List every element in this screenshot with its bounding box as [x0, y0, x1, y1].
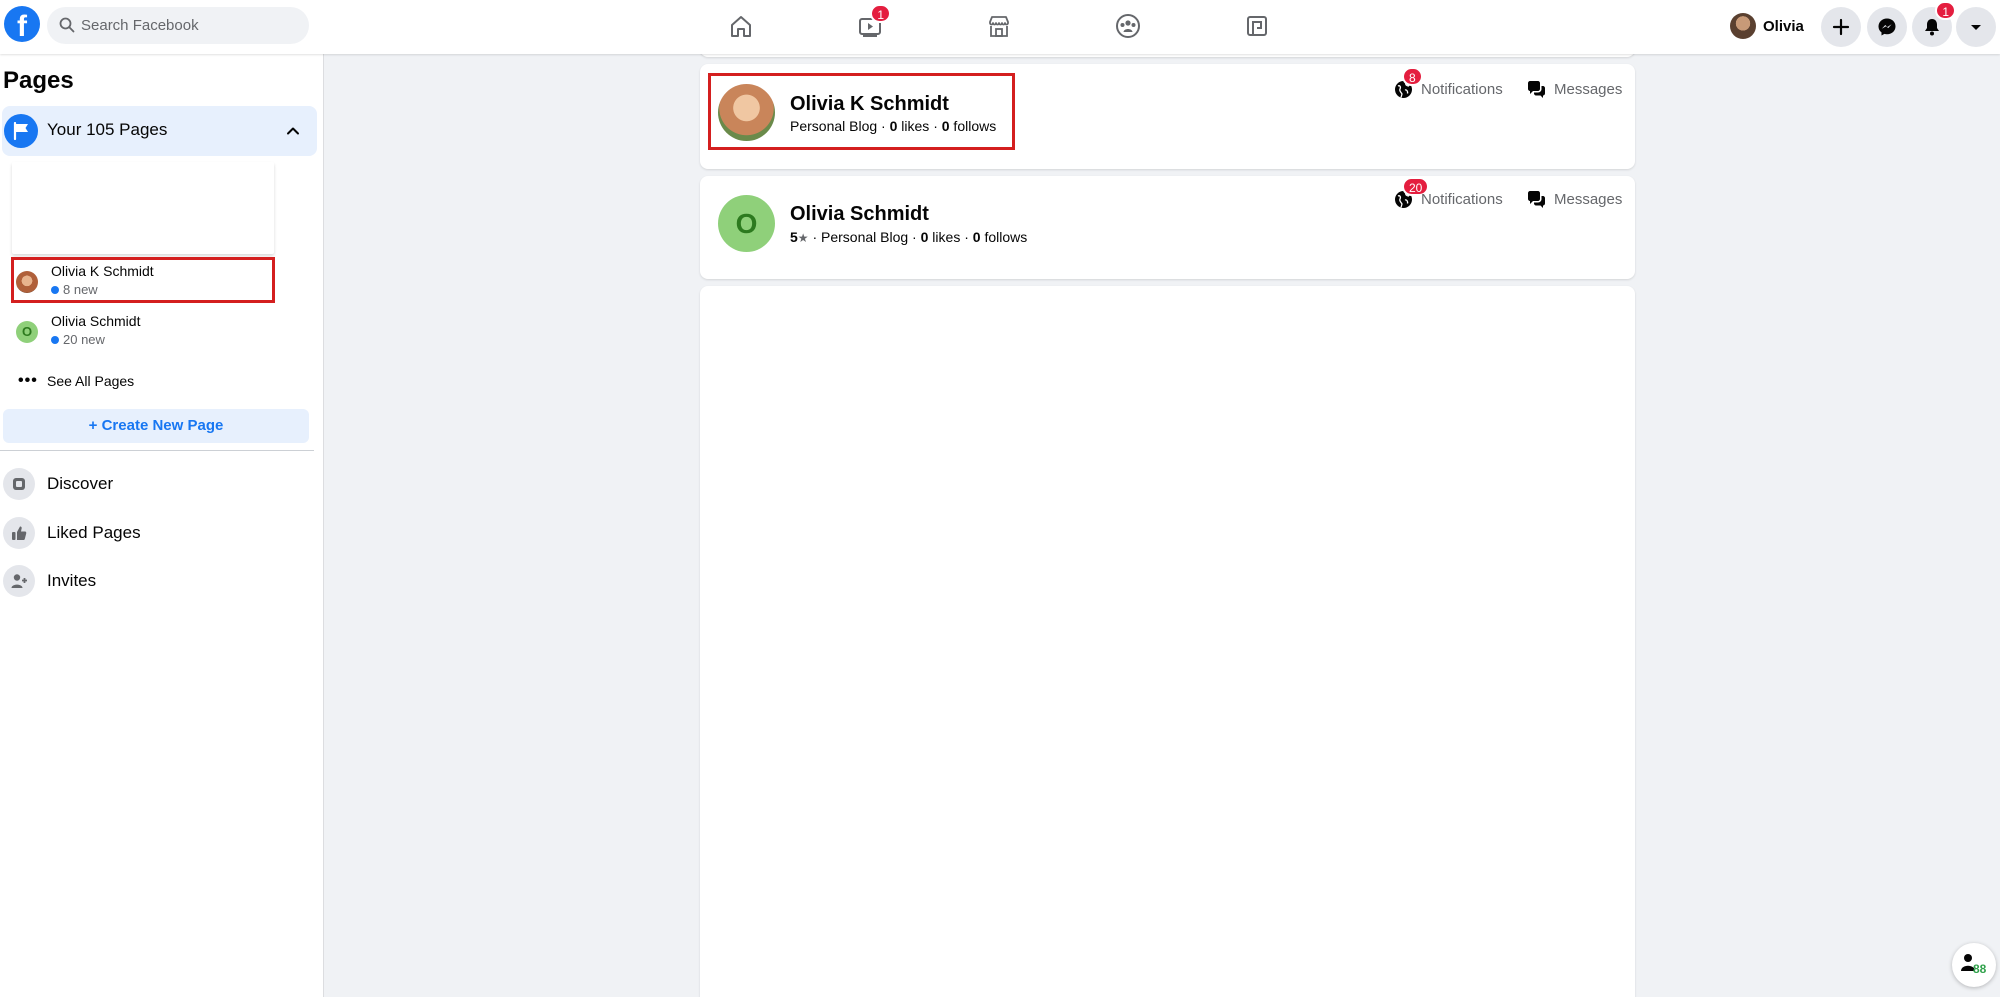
notifications-badge: 1 — [1935, 1, 1956, 20]
sidebar-item-invites[interactable]: Invites — [3, 563, 303, 599]
empty-content-card — [700, 286, 1635, 997]
follows-count: 0 — [972, 229, 981, 245]
page-new-count: 20 new — [51, 332, 105, 347]
sidebar-item-label: Liked Pages — [47, 523, 141, 542]
notifications-label: Notifications — [1421, 81, 1503, 98]
star-icon: ★ — [797, 231, 809, 245]
home-tab[interactable] — [724, 9, 758, 43]
highlight-box — [708, 73, 1015, 150]
user-name: Olivia — [1763, 17, 1804, 35]
page-new-label: 20 new — [63, 332, 105, 347]
top-navigation-bar: f Search Facebook 1 Olivia 1 — [0, 0, 2000, 54]
marketplace-tab[interactable] — [982, 9, 1016, 43]
contacts-button[interactable]: 88 — [1952, 943, 1996, 987]
page-name[interactable]: Olivia Schmidt — [790, 203, 929, 226]
sidebar-item-discover[interactable]: Discover — [3, 466, 303, 502]
user-avatar — [1730, 13, 1756, 39]
search-icon — [59, 17, 75, 33]
new-dot-icon — [51, 336, 59, 344]
groups-icon — [1116, 14, 1140, 38]
notifications-label: Notifications — [1421, 191, 1503, 208]
account-menu-button[interactable] — [1956, 7, 1996, 47]
gaming-icon — [1247, 16, 1267, 36]
page-card-olivia-schmidt: O Olivia Schmidt 5★ · Personal Blog · 0 … — [700, 176, 1635, 279]
search-placeholder: Search Facebook — [81, 17, 199, 34]
page-category: · Personal Blog · — [808, 229, 921, 245]
chat-bubbles-icon — [1528, 81, 1545, 98]
notifications-link[interactable]: 20 Notifications — [1394, 177, 1519, 211]
sidebar-title: Pages — [3, 67, 74, 94]
caret-down-icon — [1971, 25, 1981, 30]
pages-sidebar: Pages Your 105 Pages Olivia K Schmidt 8 … — [0, 54, 324, 997]
watch-tab[interactable]: 1 — [853, 4, 891, 43]
discover-icon — [3, 468, 35, 500]
chevron-up-icon — [287, 127, 299, 135]
messenger-button[interactable] — [1867, 7, 1907, 47]
messages-link[interactable]: Messages — [1527, 189, 1627, 211]
create-button[interactable] — [1821, 7, 1861, 47]
pages-dropdown-blank — [12, 162, 274, 254]
notifications-count-badge: 8 — [1402, 67, 1423, 86]
page-card-olivia-k-schmidt: Olivia K Schmidt Personal Blog · 0 likes… — [700, 64, 1635, 169]
see-all-label: See All Pages — [47, 373, 135, 389]
notifications-button[interactable]: 1 — [1912, 1, 1956, 47]
page-profile-photo[interactable]: O — [718, 195, 775, 252]
follows-label: follows — [980, 229, 1028, 245]
your-pages-toggle[interactable]: Your 105 Pages — [2, 106, 317, 156]
messages-link[interactable]: Messages — [1527, 79, 1627, 101]
page-name: Olivia Schmidt — [51, 313, 141, 329]
invite-icon — [3, 565, 35, 597]
facebook-logo-letter: f — [17, 10, 27, 42]
sidebar-item-label: Discover — [47, 474, 114, 493]
groups-tab[interactable] — [1111, 9, 1145, 43]
page-avatar: O — [16, 321, 38, 343]
facebook-logo[interactable]: f — [4, 6, 40, 42]
more-dots-icon: ••• — [18, 372, 38, 389]
gaming-tab[interactable] — [1240, 9, 1274, 43]
search-input[interactable]: Search Facebook — [47, 7, 309, 44]
sidebar-divider — [0, 450, 314, 451]
highlight-box — [11, 257, 275, 303]
flag-icon — [13, 122, 28, 140]
home-icon — [731, 16, 751, 37]
create-new-page-button[interactable]: + Create New Page — [3, 409, 309, 443]
messenger-icon — [1878, 18, 1896, 36]
messages-label: Messages — [1554, 191, 1623, 208]
page-meta: 5★ · Personal Blog · 0 likes · 0 follows — [790, 229, 1027, 245]
likes-label: likes · — [928, 229, 973, 245]
profile-button[interactable]: Olivia — [1730, 12, 1804, 40]
page-avatar-initial: O — [21, 324, 33, 339]
your-pages-label: Your 105 Pages — [47, 120, 168, 139]
notifications-link[interactable]: 8 Notifications — [1394, 67, 1519, 101]
contacts-count: 88 — [1973, 962, 1987, 976]
thumbs-up-icon — [3, 517, 35, 549]
page-avatar-initial: O — [735, 208, 758, 239]
sidebar-item-liked-pages[interactable]: Liked Pages — [3, 515, 303, 551]
watch-badge: 1 — [870, 4, 891, 23]
chat-bubbles-icon — [1528, 191, 1545, 208]
plus-icon — [1832, 18, 1850, 36]
rating-value: 5 — [790, 229, 798, 245]
sidebar-page-olivia-schmidt[interactable]: O Olivia Schmidt 20 new — [12, 308, 274, 352]
marketplace-icon — [989, 16, 1009, 37]
flag-icon-circle — [4, 114, 38, 148]
sidebar-item-label: Invites — [47, 571, 97, 590]
messages-label: Messages — [1554, 81, 1623, 98]
bell-icon — [1925, 19, 1939, 36]
